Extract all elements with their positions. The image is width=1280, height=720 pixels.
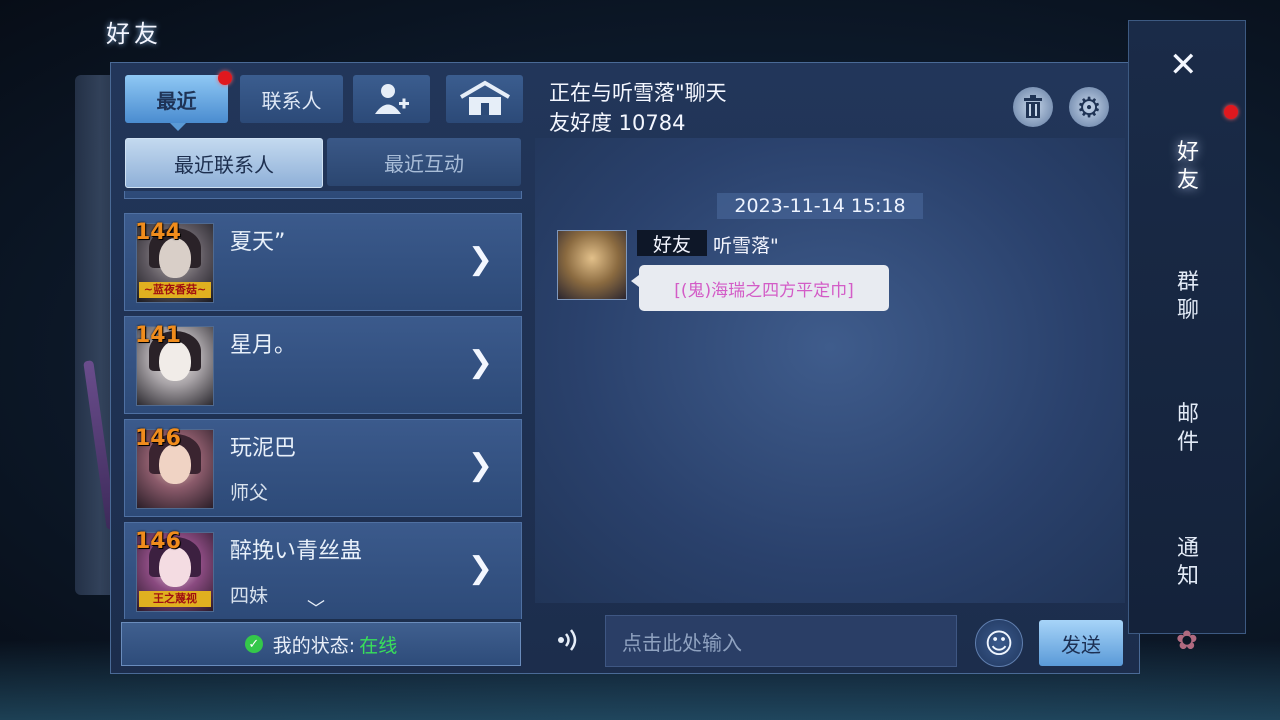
home-button[interactable]	[446, 75, 523, 123]
friends-window: 最近 联系人 最近联系人 最近互动 ~蓝夜香菇~ 144 夏天” ❯ 141 星…	[110, 62, 1140, 674]
friend-relation: 师父	[230, 482, 269, 504]
chevron-right-icon: ❯	[467, 345, 493, 380]
level-label: 146	[135, 529, 181, 554]
tab-recent[interactable]: 最近	[125, 71, 232, 131]
avatar-badge: ~蓝夜香菇~	[139, 282, 211, 298]
subtab-recent-interactions[interactable]: 最近互动	[327, 138, 521, 186]
tab-recent-label: 最近	[156, 88, 197, 113]
friend-name: 夏天”	[230, 230, 286, 255]
send-button[interactable]: 发送	[1039, 620, 1123, 666]
avatar[interactable]	[557, 230, 627, 300]
friend-list[interactable]: ~蓝夜香菇~ 144 夏天” ❯ 141 星月。 ❯ 146 玩泥巴 师父 ❯	[124, 191, 522, 619]
voice-icon[interactable]	[555, 626, 583, 654]
side-navigation: ✕ 好友 群聊 邮件 通知	[1128, 20, 1246, 634]
gear-icon: ⚙	[1076, 90, 1102, 124]
friendship-value: 友好度 10784	[549, 111, 686, 135]
tab-contacts[interactable]: 联系人	[240, 75, 343, 123]
friend-tag: 好友	[637, 230, 707, 256]
message-timestamp: 2023-11-14 15:18	[717, 193, 923, 219]
list-item[interactable]: 146 玩泥巴 师父 ❯	[124, 419, 522, 517]
rail-item-group-chat[interactable]: 群聊	[1173, 269, 1203, 325]
home-icon	[459, 80, 510, 115]
trash-icon	[1024, 95, 1042, 118]
settings-button[interactable]: ⚙	[1069, 87, 1109, 127]
chevron-right-icon: ❯	[467, 448, 493, 483]
chat-input[interactable]: 点击此处输入	[605, 615, 957, 667]
close-icon[interactable]: ✕	[1169, 45, 1198, 85]
emoji-icon[interactable]: ☺	[975, 619, 1023, 667]
notification-dot	[218, 71, 232, 85]
friend-relation: 四妹	[230, 585, 269, 607]
tab-contacts-label: 联系人	[261, 88, 322, 113]
friend-name: 醉挽い青丝蛊	[230, 539, 363, 564]
rail-item-mail[interactable]: 邮件	[1173, 401, 1203, 457]
avatar-badge: 王之蔑视	[139, 591, 211, 607]
notification-dot	[1224, 105, 1238, 119]
level-label: 146	[135, 426, 181, 451]
rail-item-friends[interactable]: 好友	[1173, 139, 1203, 195]
friend-name: 玩泥巴	[230, 436, 297, 461]
friend-name: 星月。	[230, 333, 297, 358]
voice-wave-graphic	[558, 629, 577, 651]
status-label: 我的状态:	[272, 634, 356, 657]
chat-title: 正在与听雪落"聊天	[549, 81, 727, 105]
knot-ornament: ✿	[1176, 626, 1198, 656]
check-icon: ✓	[244, 635, 263, 653]
message-sender: 听雪落"	[713, 235, 779, 257]
chevron-right-icon: ❯	[467, 551, 493, 586]
list-item[interactable]: 141 星月。 ❯	[124, 316, 522, 414]
rail-item-notice[interactable]: 通知	[1173, 535, 1203, 591]
level-label: 144	[135, 220, 181, 245]
list-item[interactable]	[124, 191, 522, 199]
my-status-bar[interactable]: ✓ 我的状态: 在线	[121, 622, 521, 666]
delete-button[interactable]	[1013, 87, 1053, 127]
chat-area: 2023-11-14 15:18 好友 听雪落" [(鬼)海瑞之四方平定巾]	[535, 138, 1125, 603]
message-bubble[interactable]: [(鬼)海瑞之四方平定巾]	[631, 265, 889, 311]
chevron-right-icon: ❯	[467, 242, 493, 277]
chevron-down-icon[interactable]: ﹀	[307, 595, 325, 621]
level-label: 141	[135, 323, 181, 348]
add-user-icon	[374, 84, 409, 114]
add-friend-button[interactable]	[353, 75, 430, 123]
page-title: 好友	[106, 20, 162, 48]
status-value: 在线	[359, 634, 398, 657]
list-item[interactable]: ~蓝夜香菇~ 144 夏天” ❯	[124, 213, 522, 311]
subtab-recent-contacts[interactable]: 最近联系人	[125, 138, 323, 188]
